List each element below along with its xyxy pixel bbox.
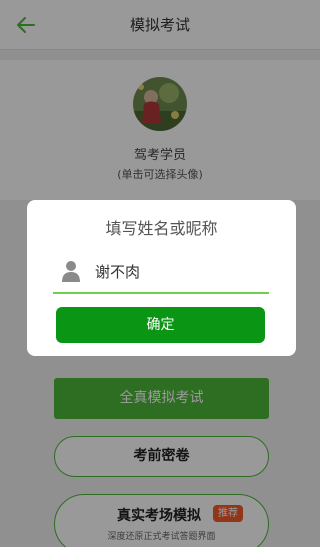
input-underline xyxy=(53,292,269,294)
person-icon xyxy=(62,261,80,282)
name-dialog: 填写姓名或昵称 确定 xyxy=(27,200,296,356)
dialog-title: 填写姓名或昵称 xyxy=(105,219,218,238)
confirm-button[interactable]: 确定 xyxy=(56,307,265,343)
nickname-input[interactable] xyxy=(95,257,265,285)
